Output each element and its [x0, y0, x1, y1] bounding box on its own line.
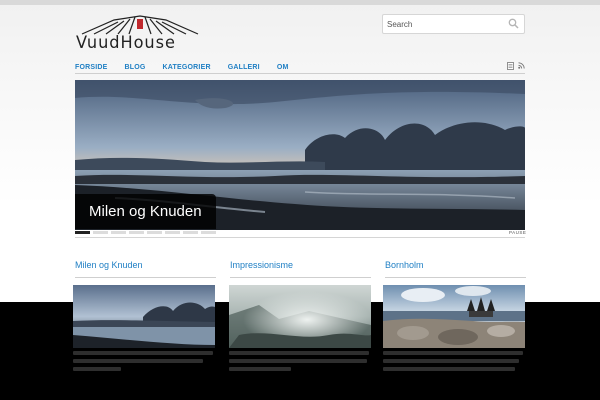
slider-dot-5[interactable]: [147, 231, 162, 234]
thumbnail-image-2: [229, 285, 371, 348]
search-box[interactable]: [382, 14, 525, 34]
thumbnail-image-3: [383, 285, 525, 348]
site-logo[interactable]: VuudHouse: [74, 14, 204, 54]
post-title-3[interactable]: Bornholm: [385, 259, 526, 271]
post-thumbnail-2[interactable]: [229, 285, 371, 348]
post-title-1[interactable]: Milen og Knuden: [75, 259, 216, 271]
search-icon[interactable]: [508, 18, 519, 29]
slider-dot-4[interactable]: [129, 231, 144, 234]
post-thumbnail-1[interactable]: [73, 285, 215, 348]
slider-dot-6[interactable]: [165, 231, 180, 234]
nav-divider: [75, 73, 525, 74]
post-thumbnail-3[interactable]: [383, 285, 525, 348]
post-column-1: Milen og Knuden: [75, 259, 216, 278]
post-excerpt-1: [73, 351, 215, 375]
logo-wordmark: VuudHouse: [76, 33, 176, 53]
rss-icon[interactable]: [518, 62, 525, 69]
post-title-2[interactable]: Impressionisme: [230, 259, 371, 271]
pause-button[interactable]: PAUSE: [509, 230, 526, 235]
featured-slider[interactable]: Milen og Knuden: [75, 80, 525, 230]
slider-dot-3[interactable]: [111, 231, 126, 234]
nav-icons: [507, 62, 525, 70]
search-input[interactable]: [387, 17, 505, 31]
post-column-3: Bornholm: [385, 259, 526, 278]
post-divider-1: [75, 277, 216, 278]
slider-dot-1[interactable]: [75, 231, 90, 234]
post-excerpt-2: [229, 351, 371, 375]
thumbnail-image-1: [73, 285, 215, 348]
slider-dot-2[interactable]: [93, 231, 108, 234]
page-icon[interactable]: [507, 62, 514, 70]
slider-dot-8[interactable]: [201, 231, 216, 234]
slider-pagination: [75, 231, 216, 234]
post-excerpt-3: [383, 351, 525, 375]
post-divider-3: [385, 277, 526, 278]
slide-caption[interactable]: Milen og Knuden: [75, 194, 216, 229]
post-column-2: Impressionisme: [230, 259, 371, 278]
post-divider-2: [230, 277, 371, 278]
slider-divider: [75, 237, 525, 238]
slider-dot-7[interactable]: [183, 231, 198, 234]
